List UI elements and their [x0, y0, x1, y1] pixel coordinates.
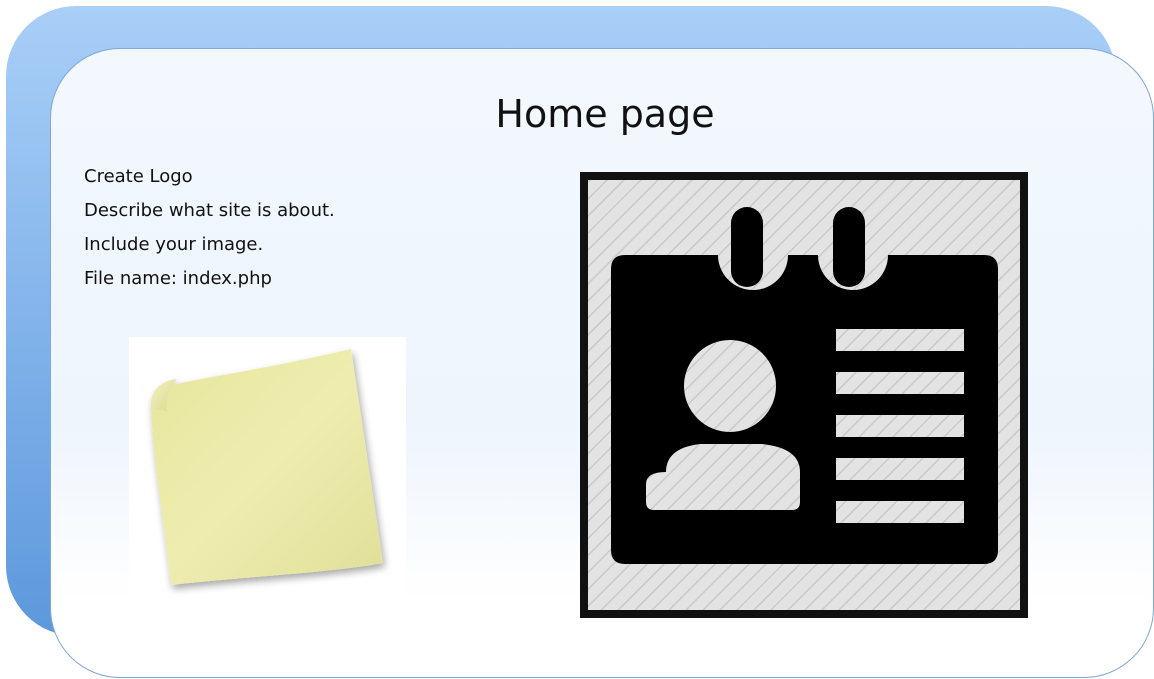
list-item: File name: index.php	[84, 268, 272, 289]
instruction-list: Create Logo Describe what site is about.…	[84, 163, 335, 299]
list-item: Include your image.	[84, 234, 264, 255]
page-title: Home page	[495, 92, 715, 136]
list-item: Describe what site is about.	[84, 200, 335, 221]
sticky-note-image	[129, 337, 406, 598]
id-badge-icon	[580, 172, 1028, 618]
list-item: Create Logo	[84, 166, 193, 187]
